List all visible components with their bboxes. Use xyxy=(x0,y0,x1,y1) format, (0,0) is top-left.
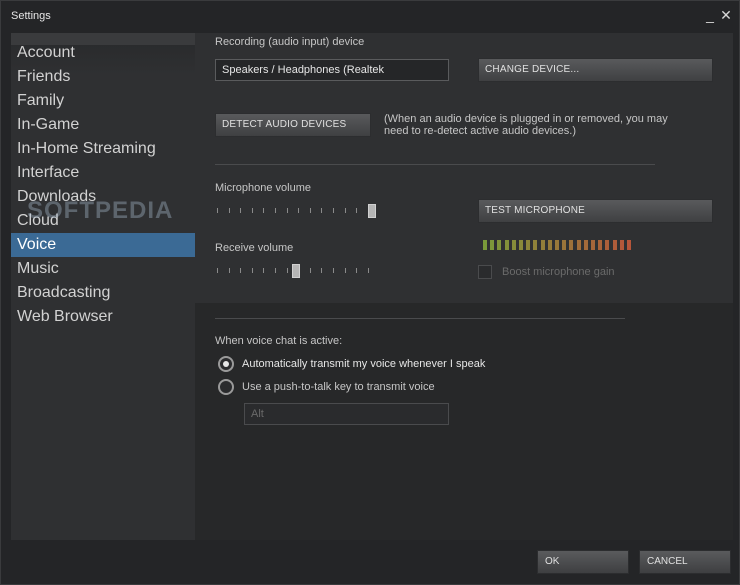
radio-auto-transmit-label[interactable]: Automatically transmit my voice whenever… xyxy=(242,358,485,370)
receive-volume-slider[interactable] xyxy=(217,264,379,278)
meter-segment xyxy=(505,240,509,250)
microphone-volume-thumb[interactable] xyxy=(368,204,376,218)
slider-tick xyxy=(368,268,369,273)
meter-segment xyxy=(548,240,552,250)
microphone-level-meter xyxy=(483,240,635,250)
radio-selected-dot xyxy=(223,361,229,367)
detect-audio-devices-button[interactable]: DETECT AUDIO DEVICES xyxy=(215,113,371,137)
slider-tick xyxy=(263,268,264,273)
meter-segment xyxy=(562,240,566,250)
meter-segment xyxy=(591,240,595,250)
meter-segment xyxy=(584,240,588,250)
sidebar-item-in-game[interactable]: In-Game xyxy=(11,113,195,137)
section-divider xyxy=(215,318,625,319)
slider-tick xyxy=(217,208,218,213)
sidebar-item-in-home-streaming[interactable]: In-Home Streaming xyxy=(11,137,195,161)
meter-segment xyxy=(613,240,617,250)
voice-chat-heading: When voice chat is active: xyxy=(215,335,343,347)
meter-segment xyxy=(483,240,487,250)
slider-tick xyxy=(275,208,276,213)
meter-segment xyxy=(620,240,624,250)
section-divider xyxy=(215,164,655,165)
recording-device-field[interactable]: Speakers / Headphones (Realtek xyxy=(215,59,449,81)
slider-tick xyxy=(345,268,346,273)
voice-chat-section: When voice chat is active: Automatically… xyxy=(195,303,733,540)
meter-segment xyxy=(577,240,581,250)
slider-tick xyxy=(229,268,230,273)
meter-segment xyxy=(490,240,494,250)
slider-tick xyxy=(333,208,334,213)
microphone-volume-label: Microphone volume xyxy=(215,182,311,194)
meter-segment xyxy=(598,240,602,250)
sidebar-item-cloud[interactable]: Cloud xyxy=(11,209,195,233)
sidebar-item-downloads[interactable]: Downloads xyxy=(11,185,195,209)
receive-volume-label: Receive volume xyxy=(215,242,294,254)
meter-segment xyxy=(533,240,537,250)
push-to-talk-key-field[interactable]: Alt xyxy=(244,403,449,425)
microphone-volume-slider[interactable] xyxy=(217,204,379,218)
test-microphone-button[interactable]: TEST MICROPHONE xyxy=(478,199,713,223)
slider-tick xyxy=(287,208,288,213)
sidebar-item-web-browser[interactable]: Web Browser xyxy=(11,305,195,329)
cancel-button[interactable]: CANCEL xyxy=(639,550,731,574)
slider-tick xyxy=(321,268,322,273)
slider-tick xyxy=(310,208,311,213)
slider-tick xyxy=(356,268,357,273)
meter-segment xyxy=(605,240,609,250)
minimize-icon[interactable]: _ xyxy=(703,7,717,23)
radio-push-to-talk[interactable] xyxy=(218,379,234,395)
audio-device-section: Recording (audio input) device Speakers … xyxy=(195,33,733,303)
slider-tick xyxy=(229,208,230,213)
slider-tick xyxy=(333,268,334,273)
sidebar-item-friends[interactable]: Friends xyxy=(11,65,195,89)
close-icon[interactable]: ✕ xyxy=(719,7,733,23)
slider-tick xyxy=(252,208,253,213)
detect-audio-hint: (When an audio device is plugged in or r… xyxy=(384,113,668,137)
meter-segment xyxy=(497,240,501,250)
meter-segment xyxy=(541,240,545,250)
slider-tick xyxy=(287,268,288,273)
settings-sidebar: Account Friends Family In-Game In-Home S… xyxy=(11,33,195,540)
voice-settings-panel: Recording (audio input) device Speakers … xyxy=(195,33,733,540)
sidebar-item-voice[interactable]: Voice xyxy=(11,233,195,257)
sidebar-item-account[interactable]: Account xyxy=(11,41,195,65)
radio-push-to-talk-label[interactable]: Use a push-to-talk key to transmit voice xyxy=(242,381,435,393)
slider-tick xyxy=(263,208,264,213)
slider-tick xyxy=(217,268,218,273)
boost-microphone-label: Boost microphone gain xyxy=(502,266,615,278)
window-title: Settings xyxy=(11,10,51,22)
receive-volume-thumb[interactable] xyxy=(292,264,300,278)
meter-segment xyxy=(555,240,559,250)
slider-tick xyxy=(240,208,241,213)
slider-tick xyxy=(240,268,241,273)
meter-segment xyxy=(526,240,530,250)
slider-tick xyxy=(356,208,357,213)
radio-auto-transmit[interactable] xyxy=(218,356,234,372)
settings-window: Settings _ ✕ Account Friends Family In-G… xyxy=(0,0,740,585)
ok-button[interactable]: OK xyxy=(537,550,629,574)
recording-device-label: Recording (audio input) device xyxy=(215,36,365,48)
title-bar[interactable]: Settings _ ✕ xyxy=(1,1,739,31)
slider-tick xyxy=(310,268,311,273)
meter-segment xyxy=(519,240,523,250)
sidebar-item-interface[interactable]: Interface xyxy=(11,161,195,185)
slider-tick xyxy=(345,208,346,213)
change-device-button[interactable]: CHANGE DEVICE... xyxy=(478,58,713,82)
slider-tick xyxy=(275,268,276,273)
slider-tick xyxy=(252,268,253,273)
sidebar-item-music[interactable]: Music xyxy=(11,257,195,281)
slider-tick xyxy=(321,208,322,213)
sidebar-item-family[interactable]: Family xyxy=(11,89,195,113)
meter-segment xyxy=(627,240,631,250)
sidebar-item-broadcasting[interactable]: Broadcasting xyxy=(11,281,195,305)
boost-microphone-checkbox[interactable] xyxy=(478,265,492,279)
slider-tick xyxy=(298,208,299,213)
meter-segment xyxy=(569,240,573,250)
meter-segment xyxy=(512,240,516,250)
